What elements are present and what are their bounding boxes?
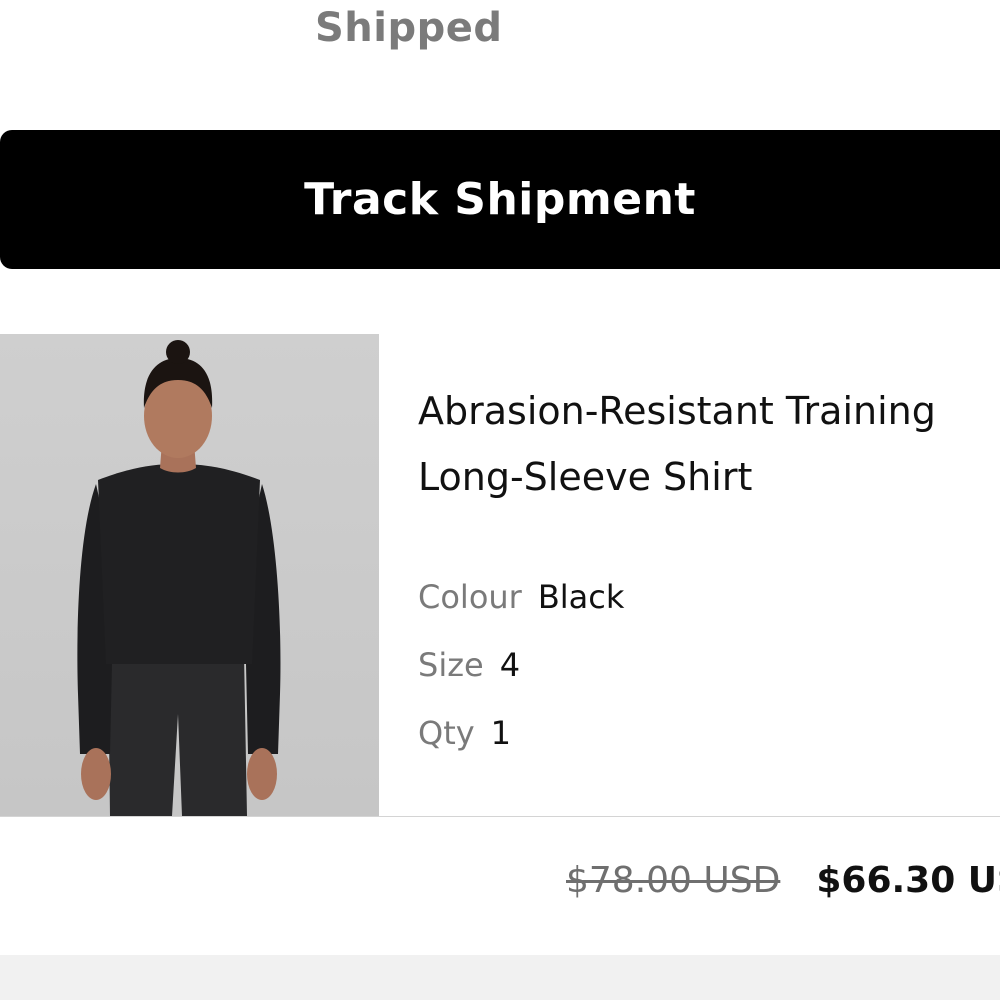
price-divider <box>0 816 1000 817</box>
order-card: Shipped Track Shipment Abrasion-Resistan… <box>0 0 1000 955</box>
colour-value: Black <box>537 578 625 616</box>
size-value: 4 <box>499 646 521 684</box>
product-title[interactable]: Abrasion-Resistant Training Long-Sleeve … <box>418 378 1000 510</box>
order-status: Shipped <box>315 5 503 51</box>
original-price: $78.00 USD <box>566 860 781 901</box>
attribute-colour: Colour Black <box>418 578 624 616</box>
attribute-qty: Qty 1 <box>418 714 511 752</box>
size-label: Size <box>418 646 484 684</box>
product-image[interactable] <box>0 334 379 816</box>
product-photo-illustration <box>77 340 281 816</box>
attribute-size: Size 4 <box>418 646 520 684</box>
colour-label: Colour <box>418 578 522 616</box>
price-row: $78.00 USD $66.30 USD <box>566 860 1000 901</box>
track-shipment-button[interactable]: Track Shipment <box>0 130 1000 269</box>
sale-price: $66.30 USD <box>816 860 1000 901</box>
track-shipment-label: Track Shipment <box>304 174 696 225</box>
qty-label: Qty <box>418 714 475 752</box>
qty-value: 1 <box>490 714 512 752</box>
order-detail-page: Shipped Track Shipment Abrasion-Resistan… <box>0 0 1000 1000</box>
